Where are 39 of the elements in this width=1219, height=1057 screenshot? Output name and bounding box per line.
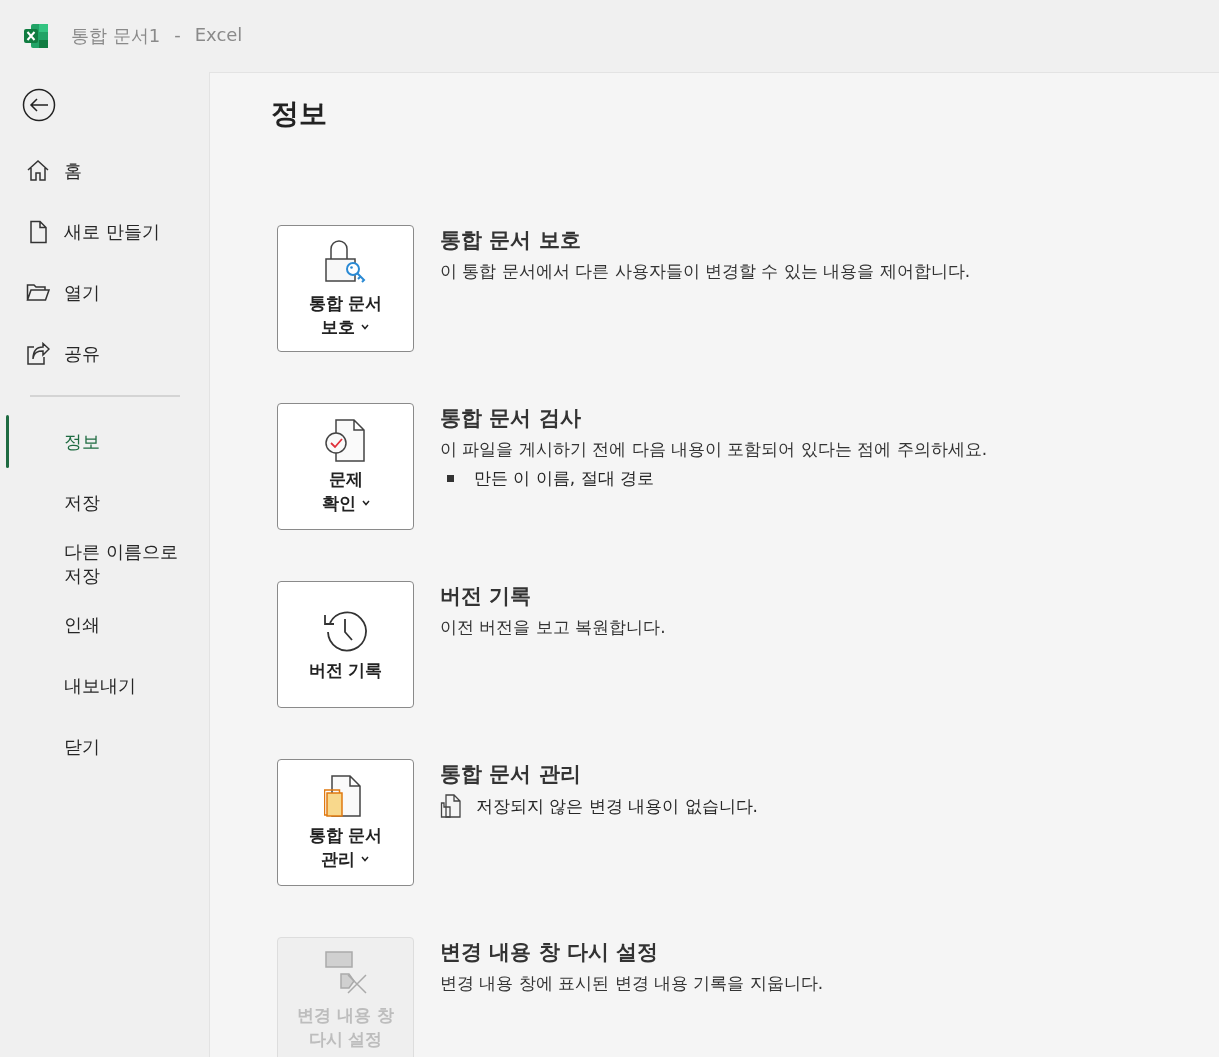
- chevron-down-icon: [361, 499, 370, 506]
- document-check-icon: [323, 418, 368, 463]
- section-description: 이 파일을 게시하기 전에 다음 내용이 포함되어 있다는 점에 주의하세요.: [440, 438, 988, 461]
- action-button[interactable]: 문제 확인: [277, 403, 414, 530]
- action-button[interactable]: 통합 문서 보호: [277, 225, 414, 352]
- document-title: 통합 문서1: [71, 24, 161, 48]
- sidebar-item[interactable]: 열기: [0, 262, 209, 323]
- section-description: 이전 버전을 보고 복원합니다.: [440, 616, 666, 639]
- share-icon: [26, 341, 50, 366]
- sidebar-item[interactable]: 다른 이름으로 저장: [0, 533, 209, 594]
- excel-logo-icon: [23, 23, 49, 49]
- page-heading: 정보: [271, 96, 328, 132]
- app-name: Excel: [194, 24, 243, 47]
- sidebar-item[interactable]: 인쇄: [0, 594, 209, 655]
- documents-icon: [440, 794, 462, 818]
- title-separator: -: [174, 24, 181, 47]
- bullet-icon: [447, 475, 454, 482]
- chevron-down-icon: [361, 855, 370, 862]
- action-button[interactable]: 버전 기록: [277, 581, 414, 708]
- sidebar-item[interactable]: 홈: [0, 140, 209, 201]
- section-title: 통합 문서 검사: [440, 405, 582, 432]
- sidebar-item[interactable]: 정보: [0, 411, 209, 472]
- home-icon: [26, 158, 50, 183]
- sidebar-item[interactable]: 공유: [0, 323, 209, 384]
- action-button[interactable]: 통합 문서 관리: [277, 759, 414, 886]
- sidebar-item[interactable]: 저장: [0, 472, 209, 533]
- sidebar-item[interactable]: 새로 만들기: [0, 201, 209, 262]
- bullet-text: 만든 이 이름, 절대 경로: [474, 467, 655, 490]
- section-title: 버전 기록: [440, 583, 533, 610]
- section-title: 변경 내용 창 다시 설정: [440, 939, 660, 966]
- sidebar-item[interactable]: 닫기: [0, 716, 209, 777]
- section-title: 통합 문서 관리: [440, 761, 582, 788]
- status-note: 저장되지 않은 변경 내용이 없습니다.: [476, 794, 759, 818]
- sidebar-item[interactable]: 내보내기: [0, 655, 209, 716]
- section-description: 이 통합 문서에서 다른 사용자들이 변경할 수 있는 내용을 제어합니다.: [440, 260, 971, 283]
- chevron-down-icon: [361, 323, 370, 330]
- back-button[interactable]: [22, 88, 56, 122]
- section-description: 변경 내용 창에 표시된 변경 내용 기록을 지웁니다.: [440, 972, 824, 995]
- section-title: 통합 문서 보호: [440, 227, 582, 254]
